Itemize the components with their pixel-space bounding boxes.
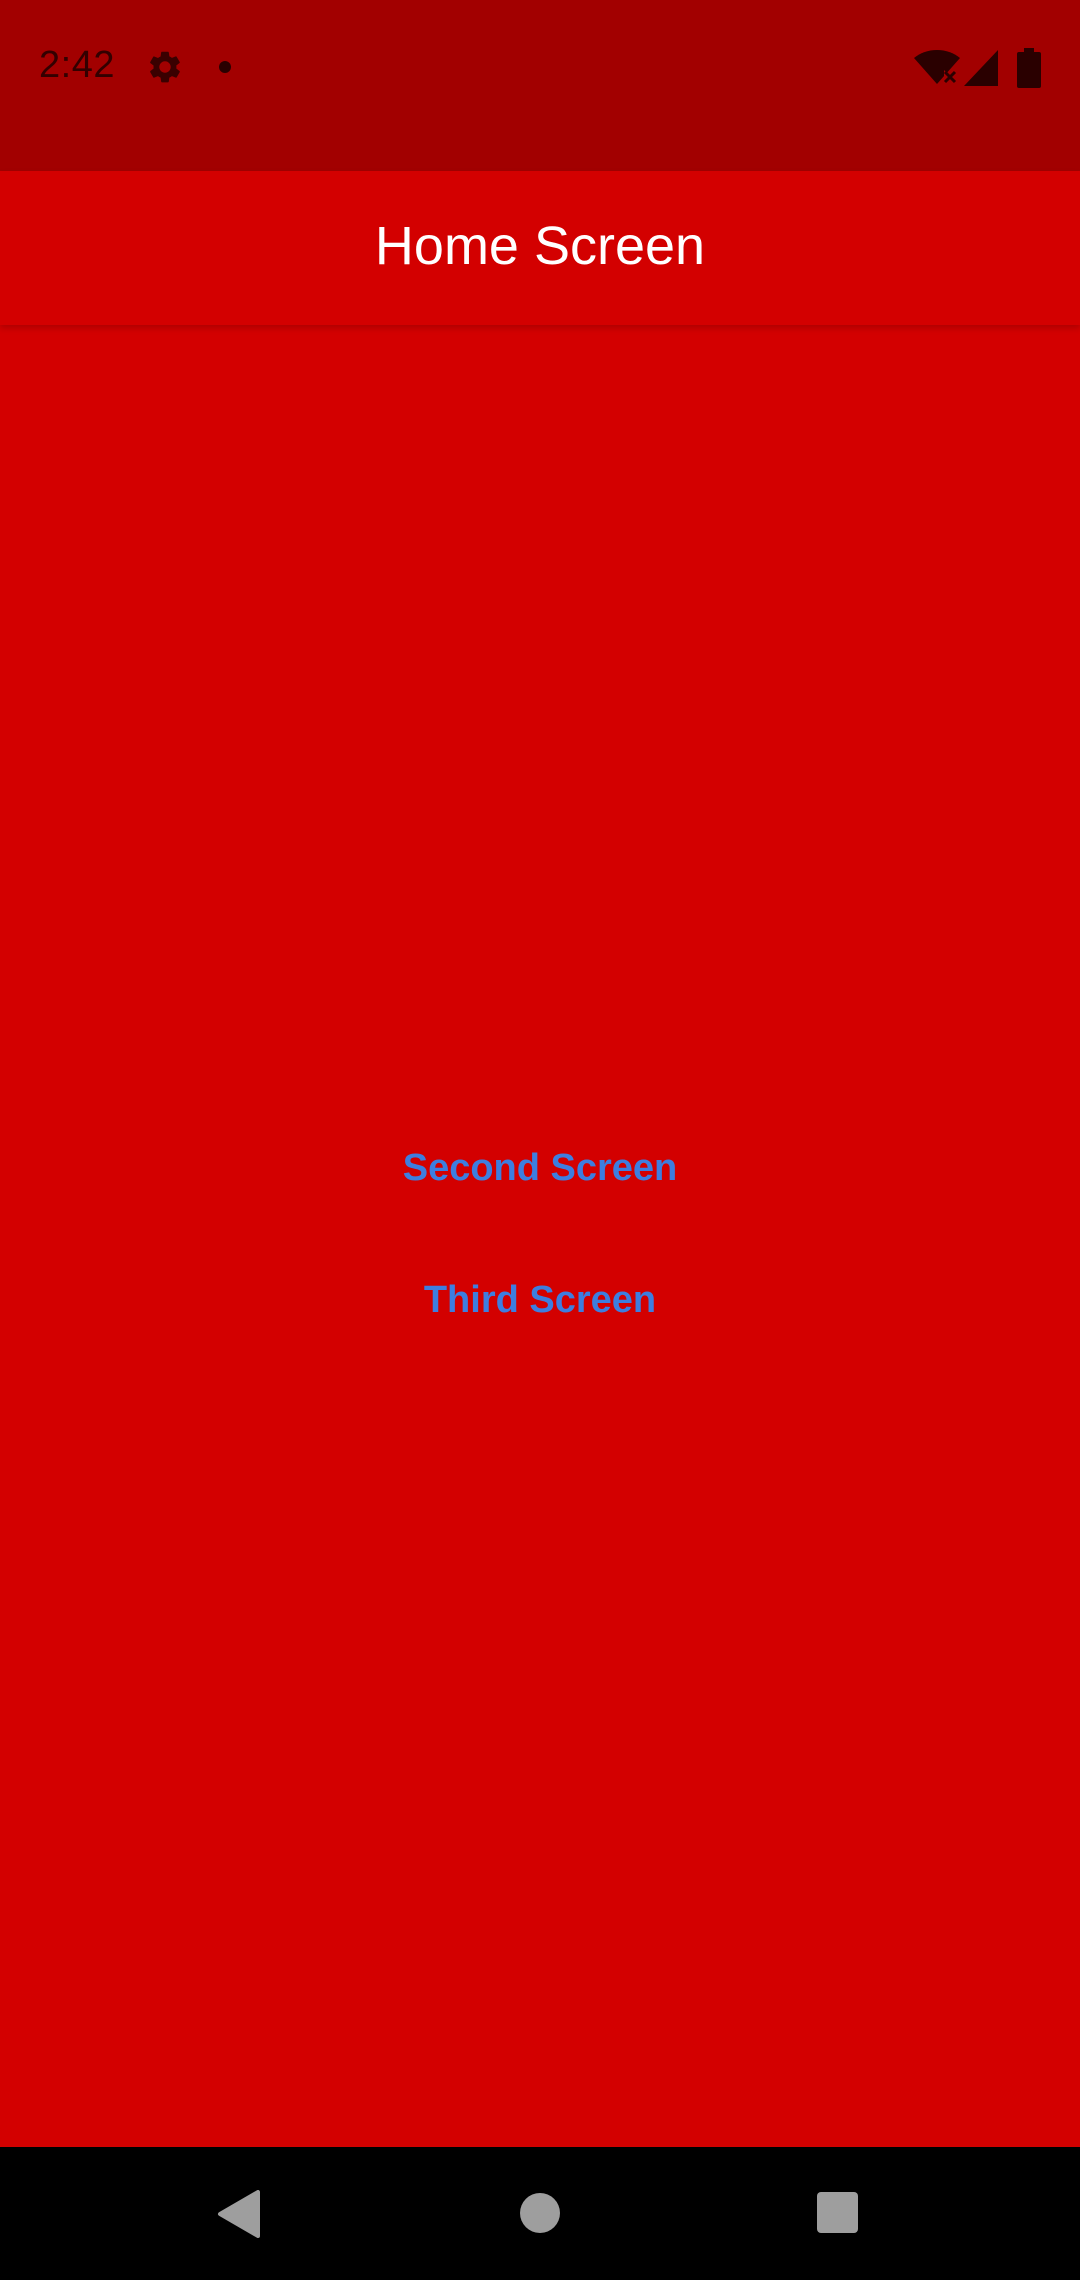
wifi-off-icon — [914, 50, 960, 84]
battery-icon — [1017, 48, 1041, 88]
notification-dot-icon — [219, 61, 231, 73]
app-bar: Home Screen — [0, 171, 1080, 325]
status-bar: 2:42 — [0, 0, 1080, 171]
navigation-bar — [0, 2147, 1080, 2280]
status-time: 2:42 — [39, 44, 115, 86]
cell-signal-icon — [964, 50, 998, 86]
home-icon[interactable] — [520, 2193, 560, 2233]
main-content: Second Screen Third Screen — [0, 325, 1080, 2147]
page-title: Home Screen — [374, 216, 706, 276]
second-screen-button[interactable]: Second Screen — [0, 1147, 1080, 1190]
recents-icon[interactable] — [817, 2192, 858, 2233]
back-icon[interactable] — [216, 2190, 262, 2238]
settings-gear-icon — [150, 51, 180, 83]
third-screen-button[interactable]: Third Screen — [0, 1279, 1080, 1322]
